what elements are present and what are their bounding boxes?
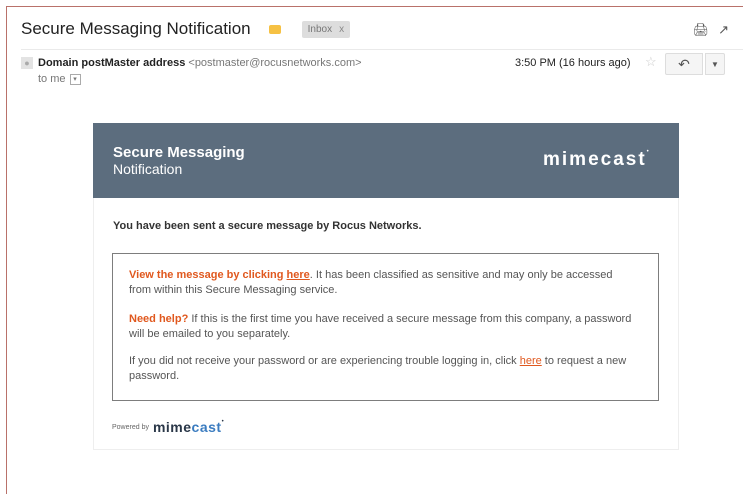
mimecast-banner: Secure Messaging Notification mimecast• <box>93 123 679 198</box>
more-options-button[interactable]: ▼ <box>705 53 725 75</box>
need-help-lead: Need help? <box>129 313 189 325</box>
inbox-label-text: Inbox <box>307 23 333 35</box>
sender-email: <postmaster@rocusnetworks.com> <box>188 57 362 69</box>
avatar-icon: ● <box>21 57 33 69</box>
banner-title: Secure Messaging <box>113 144 245 161</box>
more-dropdown-icon: ▼ <box>711 60 719 69</box>
view-message-lead: View the message by clicking <box>129 269 287 281</box>
view-message-link[interactable]: here <box>287 269 310 281</box>
mimecast-logo: mimecast• <box>543 149 651 170</box>
request-password-link[interactable]: here <box>520 355 542 367</box>
need-help-rest: If this is the first time you have recei… <box>129 313 632 340</box>
recipient-line: to me ▾ <box>38 73 81 85</box>
top-actions: 🖨 ↗ <box>693 22 729 38</box>
subject-row: Secure Messaging Notification Inbox x <box>21 18 351 40</box>
message-time: 3:50 PM (16 hours ago) <box>515 57 631 69</box>
password-help-lead: If you did not receive your password or … <box>129 355 520 367</box>
email-subject: Secure Messaging Notification <box>21 19 251 38</box>
powered-by: Powered by mimecast• <box>112 419 224 435</box>
header-divider <box>21 49 743 50</box>
important-label-icon[interactable] <box>268 24 281 34</box>
mimecast-small-logo: mimecast• <box>152 419 225 435</box>
reply-icon: ↶ <box>678 56 690 72</box>
recipient-text: to me <box>38 73 66 85</box>
password-help-paragraph: If you did not receive your password or … <box>129 354 634 384</box>
powered-by-label: Powered by <box>112 423 149 431</box>
banner-subtitle: Notification <box>113 161 183 177</box>
star-icon[interactable]: ☆ <box>645 54 657 70</box>
need-help-paragraph: Need help? If this is the first time you… <box>129 312 634 342</box>
remove-label-icon[interactable]: x <box>339 23 344 36</box>
view-message-paragraph: View the message by clicking here. It ha… <box>129 268 634 298</box>
inbox-label-chip[interactable]: Inbox x <box>301 20 351 38</box>
reply-button[interactable]: ↶ <box>665 53 703 75</box>
sender-line: Domain postMaster address <postmaster@ro… <box>38 57 362 69</box>
new-window-icon[interactable]: ↗ <box>718 22 729 38</box>
details-dropdown-icon[interactable]: ▾ <box>69 73 81 85</box>
sender-name[interactable]: Domain postMaster address <box>38 57 185 69</box>
instructions-box: View the message by clicking here. It ha… <box>112 253 659 401</box>
intro-text: You have been sent a secure message by R… <box>113 220 422 232</box>
print-icon[interactable]: 🖨 <box>693 22 710 38</box>
